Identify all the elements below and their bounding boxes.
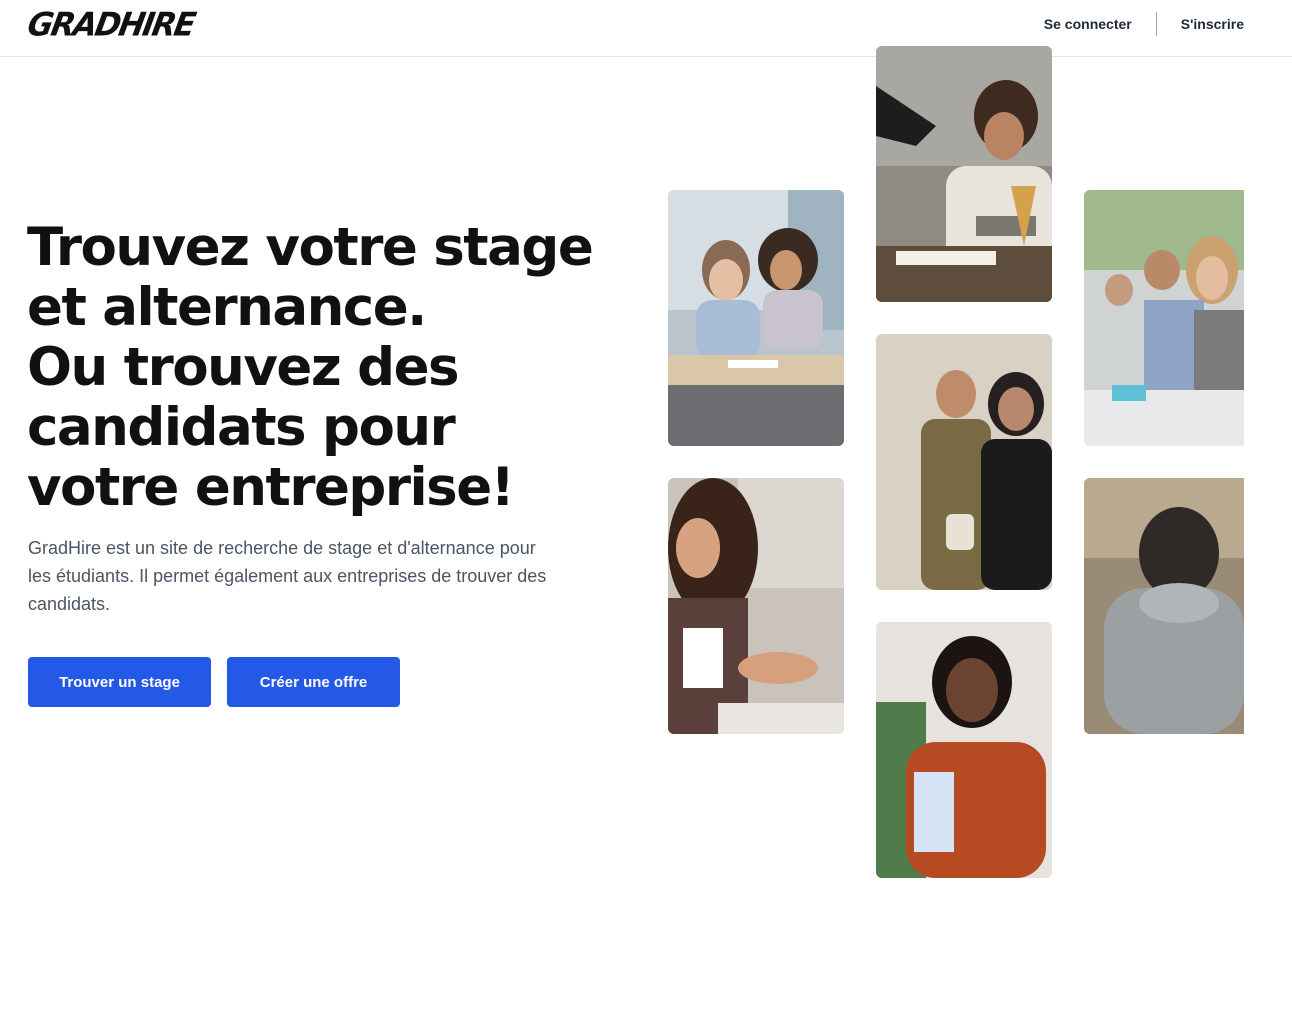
photo-team-discussion	[876, 334, 1052, 590]
hero-title: Trouvez votre stage et alternance. Ou tr…	[27, 217, 594, 518]
login-link[interactable]: Se connecter	[1044, 16, 1132, 32]
photo-smiling-student	[876, 622, 1052, 878]
find-internship-button[interactable]: Trouver un stage	[28, 657, 211, 707]
nav-divider	[1155, 12, 1157, 36]
hero-title-line: Trouvez votre stage	[27, 217, 594, 278]
photo-student-back-view	[1084, 478, 1244, 734]
photo-classroom-laptops	[1084, 190, 1244, 446]
top-navbar: GRADHIRE Se connecter S'inscrire	[0, 0, 1292, 57]
photo-handshake	[668, 478, 844, 734]
hero-description: GradHire est un site de recherche de sta…	[28, 538, 547, 614]
signup-link[interactable]: S'inscrire	[1181, 16, 1244, 32]
hero-title-line: votre entreprise!	[27, 457, 515, 518]
create-offer-button[interactable]: Créer une offre	[227, 657, 400, 707]
photo-students-collaborating	[668, 190, 844, 446]
gradhire-logo[interactable]: GRADHIRE	[25, 6, 197, 44]
hero-title-line: et alternance.	[27, 277, 427, 338]
hero-title-line: candidats pour	[27, 397, 456, 458]
photo-student-writing	[876, 46, 1052, 302]
hero-title-line: Ou trouvez des	[27, 337, 460, 398]
auth-nav: Se connecter S'inscrire	[1044, 12, 1244, 36]
